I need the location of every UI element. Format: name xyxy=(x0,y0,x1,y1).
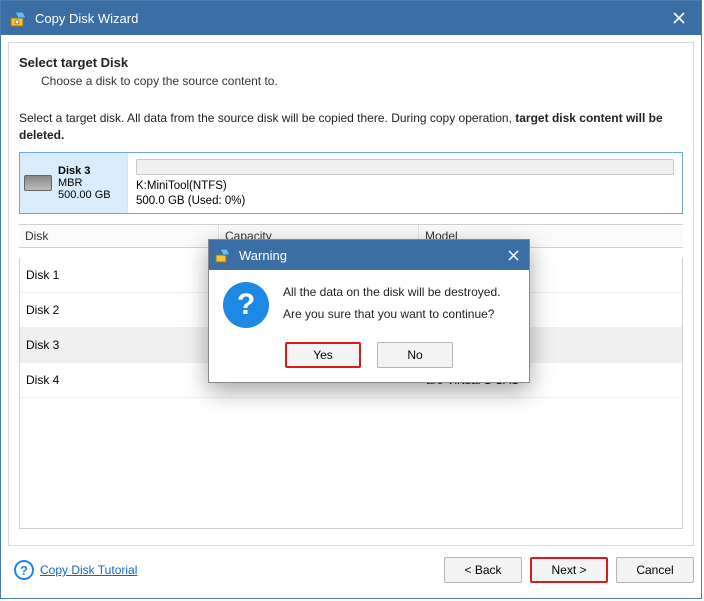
instruction-prefix: Select a target disk. All data from the … xyxy=(19,111,515,125)
partition-usage: 500.0 GB (Used: 0%) xyxy=(136,194,674,209)
partition-info: K:MiniTool(NTFS) 500.0 GB (Used: 0%) xyxy=(136,179,674,209)
selected-disk-scheme: MBR xyxy=(58,177,111,189)
dialog-line2: Are you sure that you want to continue? xyxy=(283,304,500,326)
dialog-line1: All the data on the disk will be destroy… xyxy=(283,282,500,304)
tutorial-link[interactable]: Copy Disk Tutorial xyxy=(40,563,137,577)
disk-icon xyxy=(24,175,52,191)
wizard-buttons: < Back Next > Cancel xyxy=(444,557,694,583)
selected-disk-partition: K:MiniTool(NTFS) 500.0 GB (Used: 0%) xyxy=(128,153,682,213)
instruction-text: Select a target disk. All data from the … xyxy=(19,110,683,144)
selected-disk-name: Disk 3 xyxy=(58,165,111,177)
question-icon: ? xyxy=(223,282,269,328)
wizard-window: Copy Disk Wizard Select target Disk Choo… xyxy=(0,0,702,599)
yes-button[interactable]: Yes xyxy=(285,342,361,368)
cancel-button[interactable]: Cancel xyxy=(616,557,694,583)
dialog-app-icon xyxy=(215,246,233,264)
disk-info: Disk 3 MBR 500.00 GB xyxy=(58,165,111,201)
dialog-text: All the data on the disk will be destroy… xyxy=(283,282,500,328)
dialog-buttons: Yes No xyxy=(209,342,529,382)
titlebar: Copy Disk Wizard xyxy=(1,1,701,35)
page-heading: Select target Disk xyxy=(19,55,683,70)
warning-dialog: Warning ? All the data on the disk will … xyxy=(208,239,530,383)
cell-disk: Disk 4 xyxy=(20,373,220,387)
dialog-titlebar: Warning xyxy=(209,240,529,270)
tutorial-link-group: ? Copy Disk Tutorial xyxy=(14,560,137,580)
partition-label: K:MiniTool(NTFS) xyxy=(136,179,674,194)
col-header-disk[interactable]: Disk xyxy=(19,225,219,247)
close-icon[interactable] xyxy=(657,1,701,35)
dialog-title: Warning xyxy=(239,248,287,263)
help-icon: ? xyxy=(14,560,34,580)
selected-disk-size: 500.00 GB xyxy=(58,189,111,201)
next-button[interactable]: Next > xyxy=(530,557,608,583)
table-empty-area xyxy=(20,398,682,528)
selected-disk-panel: Disk 3 MBR 500.00 GB K:MiniTool(NTFS) 50… xyxy=(19,152,683,214)
dialog-body: ? All the data on the disk will be destr… xyxy=(209,270,529,342)
app-icon xyxy=(9,8,29,28)
footer-bar: ? Copy Disk Tutorial < Back Next > Cance… xyxy=(8,549,694,591)
page-subheading: Choose a disk to copy the source content… xyxy=(41,74,683,88)
cell-disk: Disk 1 xyxy=(20,268,220,282)
window-title: Copy Disk Wizard xyxy=(35,11,657,26)
usage-bar xyxy=(136,159,674,175)
cell-disk: Disk 3 xyxy=(20,338,220,352)
dialog-close-icon[interactable] xyxy=(497,240,529,270)
selected-disk-summary: Disk 3 MBR 500.00 GB xyxy=(20,153,128,213)
back-button[interactable]: < Back xyxy=(444,557,522,583)
cell-disk: Disk 2 xyxy=(20,303,220,317)
no-button[interactable]: No xyxy=(377,342,453,368)
